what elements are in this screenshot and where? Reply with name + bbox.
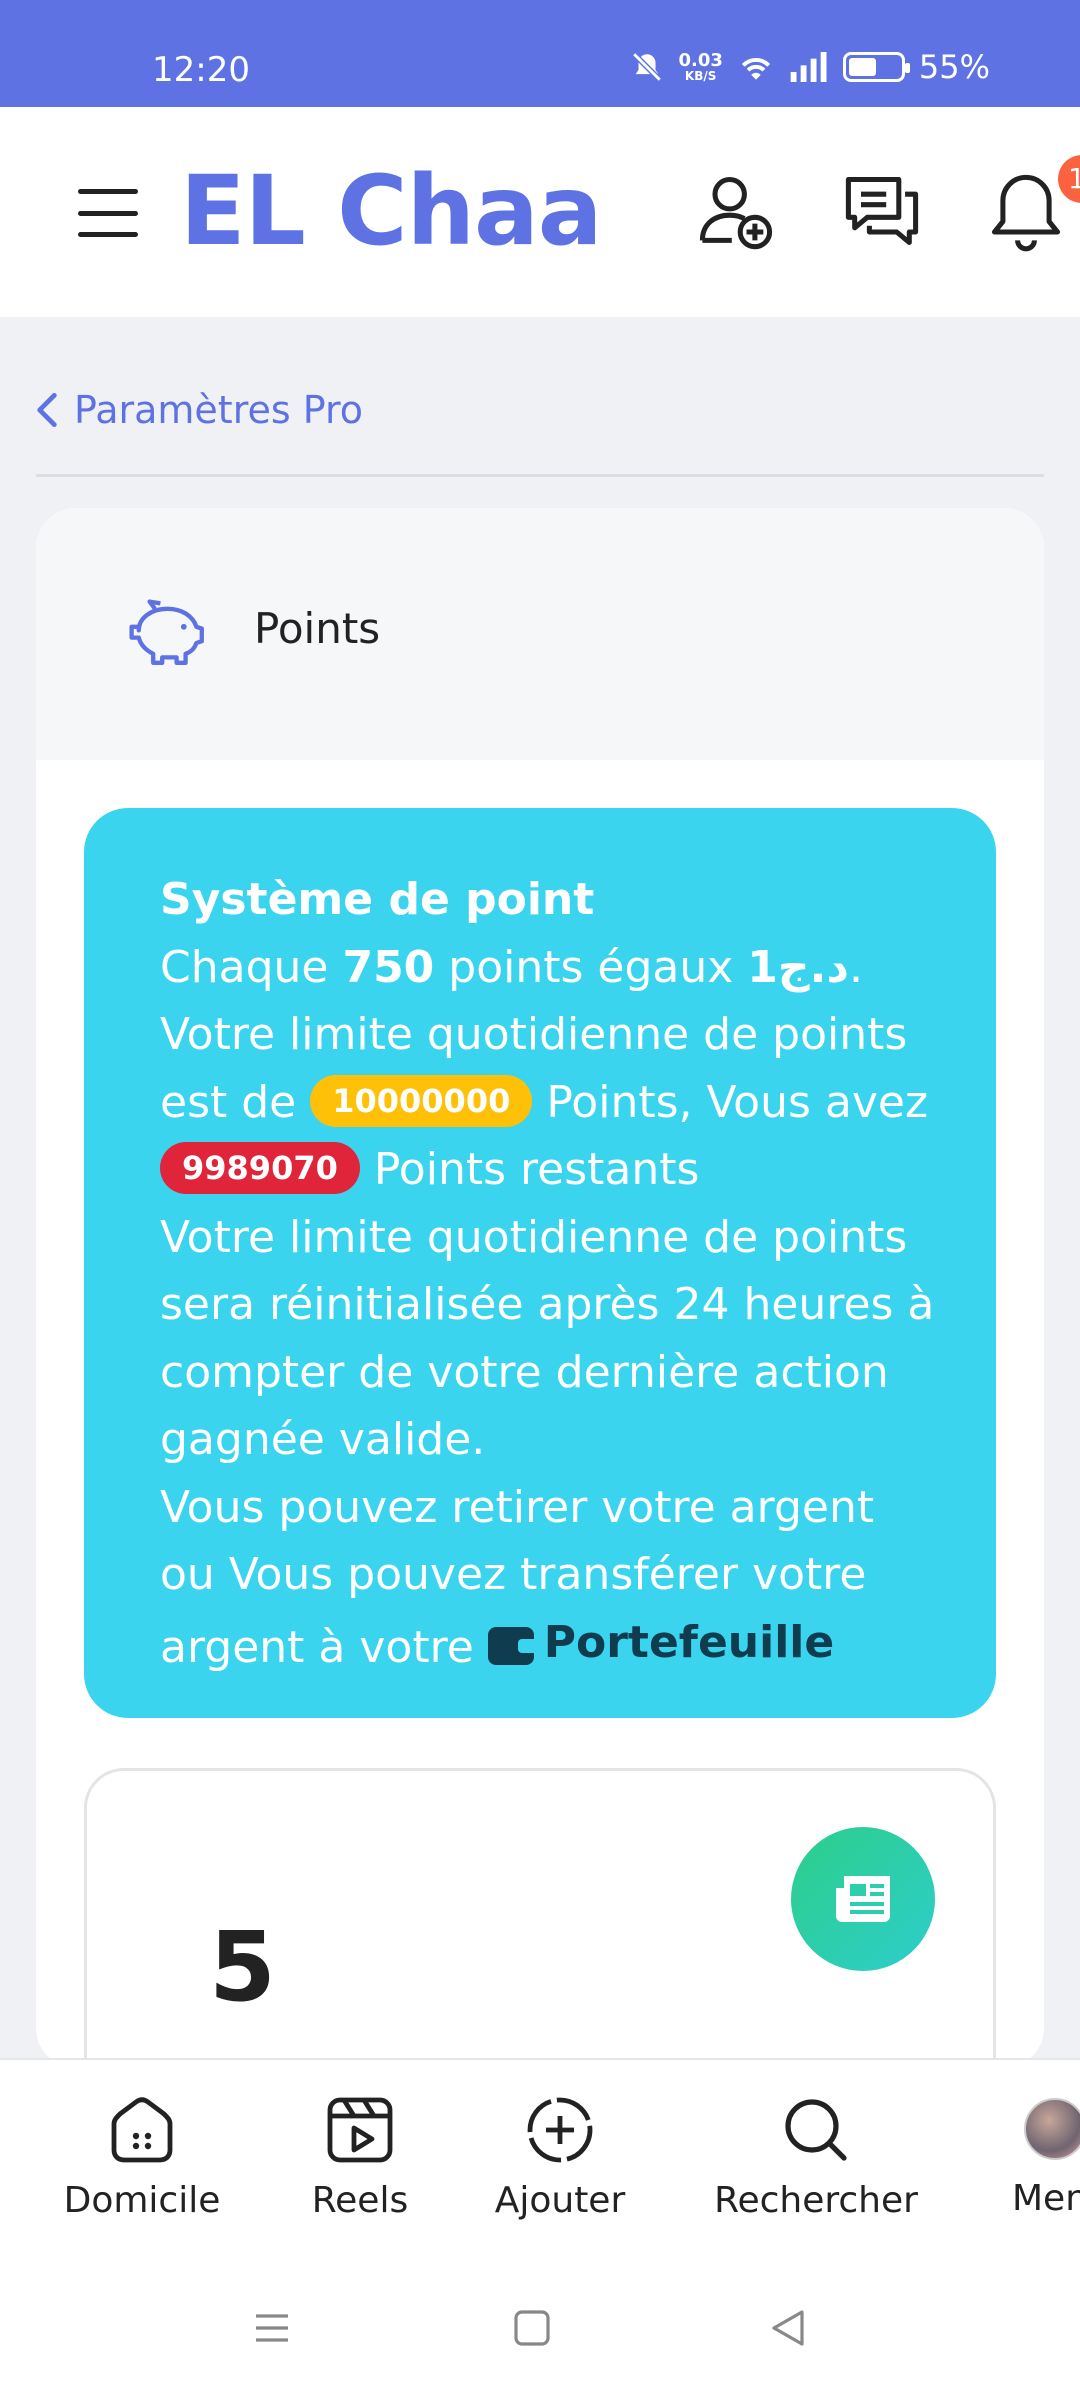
wifi-icon [741,58,770,80]
signal-icon [790,52,827,82]
card-title: Points [254,604,381,653]
avatar [1024,2098,1080,2160]
battery-icon [842,52,910,82]
bottom-nav: Domicile Reels Ajouter Rechercher Men [0,2058,1080,2248]
nav-menu[interactable]: Men [1000,2090,1080,2219]
battery-percent: 55% [918,48,990,86]
nav-home[interactable]: Domicile [62,2090,222,2221]
nav-search[interactable]: Rechercher [700,2090,932,2221]
status-icons: 0.03 KB/S 55% [630,48,990,86]
status-time: 12:20 [152,50,250,90]
points-info-box: Système de point Chaque 750 points égaux… [84,808,996,1718]
app-header: EL Chaa 1 [0,107,1080,317]
daily-limit-badge: 10000000 [310,1074,533,1127]
remaining-points-badge: 9989070 [160,1142,360,1194]
add-circle-icon [527,2097,593,2163]
stat-card: 5 [84,1768,996,2068]
chevron-left-icon [37,392,57,428]
info-title: Système de point [160,874,595,925]
mute-bell-icon [632,52,663,82]
points-card: Points Système de point Chaque 750 point… [36,508,1044,2068]
info-withdraw: Vous pouvez retirer votre argent ou Vous… [160,1474,936,1681]
newspaper-button[interactable] [791,1827,935,1971]
status-bar: 12:20 0.03 KB/S 55% [0,0,1080,107]
newspaper-icon [836,1876,890,1922]
system-nav-bar [0,2248,1080,2400]
search-icon [785,2099,847,2161]
home-icon [111,2097,173,2163]
messages-icon[interactable] [840,169,924,253]
card-header: Points [36,508,1044,760]
net-speed: 0.03 KB/S [678,50,723,83]
breadcrumb[interactable]: Paramètres Pro [36,388,363,432]
menu-icon[interactable] [78,189,138,237]
back-icon[interactable] [768,2308,808,2348]
piggy-bank-icon [129,599,204,665]
divider [36,474,1044,477]
wallet-link[interactable]: Portefeuille [487,1609,834,1677]
notifications-bell-icon[interactable] [984,169,1068,253]
add-friend-icon[interactable] [694,169,778,253]
info-reset: Votre limite quotidienne de points sera … [160,1211,935,1466]
wallet-icon [487,1627,534,1666]
info-rate: Chaque 750 points égaux 1د.ج. [160,941,863,993]
nav-reels[interactable]: Reels [280,2090,440,2221]
info-limit: Votre limite quotidienne de points est d… [160,1009,929,1195]
app-logo[interactable]: EL Chaa [180,155,603,267]
home-button-icon[interactable] [512,2308,552,2348]
nav-add[interactable]: Ajouter [480,2090,640,2221]
reels-icon [327,2097,393,2163]
stat-value: 5 [209,1911,276,2023]
recent-apps-icon[interactable] [252,2308,292,2348]
breadcrumb-label: Paramètres Pro [74,388,364,432]
